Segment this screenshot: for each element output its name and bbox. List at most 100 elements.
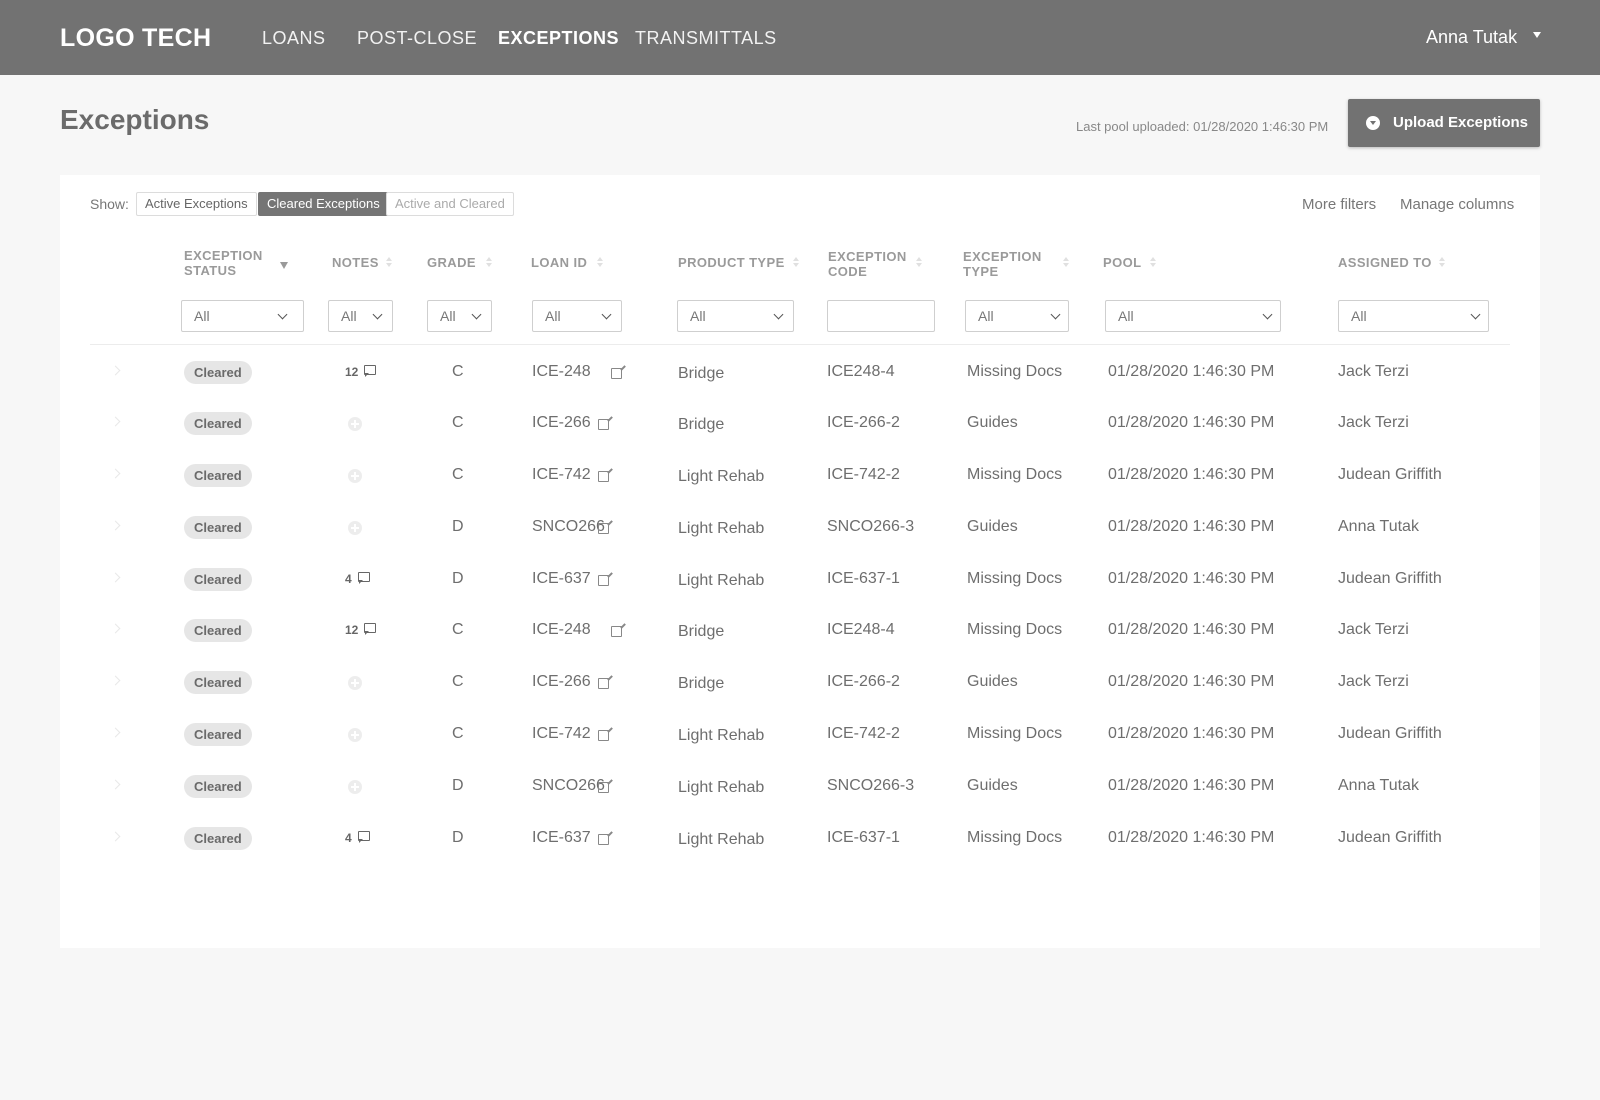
external-link-icon[interactable] [598, 575, 609, 586]
assigned-to-cell: Jack Terzi [1338, 673, 1409, 690]
loan-id-link[interactable]: ICE-742 [532, 725, 591, 743]
add-note-icon[interactable] [348, 417, 362, 431]
filter-loan-id[interactable]: All [532, 300, 622, 332]
chevron-right-icon[interactable] [110, 416, 121, 427]
col-grade[interactable]: GRADE [427, 255, 476, 270]
loan-id-link[interactable]: ICE-266 [532, 414, 591, 432]
loan-id-link[interactable]: ICE-637 [532, 570, 591, 588]
table-row[interactable]: Cleared 4 D ICE-637 Light Rehab ICE-637-1 Miss… [90, 813, 1510, 864]
nav-exceptions[interactable]: EXCEPTIONS [498, 28, 619, 49]
sort-icon[interactable] [485, 257, 493, 269]
user-menu[interactable]: Anna Tutak [1426, 27, 1517, 48]
external-link-icon[interactable] [598, 471, 609, 482]
chevron-right-icon[interactable] [110, 365, 121, 376]
filter-assigned-to[interactable]: All [1338, 300, 1489, 332]
col-product-type[interactable]: PRODUCT TYPE [678, 255, 785, 270]
add-note-icon[interactable] [348, 780, 362, 794]
more-filters-link[interactable]: More filters [1302, 196, 1376, 213]
col-notes[interactable]: NOTES [332, 255, 379, 270]
filter-exception-status[interactable]: All [181, 300, 304, 332]
exception-type-cell: Missing Docs [967, 621, 1063, 638]
chevron-right-icon[interactable] [110, 831, 121, 842]
loan-id-link[interactable]: ICE-248 [532, 621, 591, 639]
filter-product-type[interactable]: All [677, 300, 794, 332]
manage-columns-link[interactable]: Manage columns [1400, 196, 1514, 213]
comment-icon[interactable] [358, 572, 370, 584]
grade-cell: C [452, 466, 464, 483]
filter-pool[interactable]: All [1105, 300, 1281, 332]
sort-icon[interactable] [596, 257, 604, 269]
segment-active-and-cleared[interactable]: Active and Cleared [386, 192, 514, 216]
table-row[interactable]: Cleared 12 C ICE-248 Bridge ICE248-4 Missing D… [90, 605, 1510, 656]
sort-icon[interactable] [1438, 257, 1446, 269]
filter-grade[interactable]: All [427, 300, 492, 332]
nav-loans[interactable]: LOANS [262, 28, 326, 49]
segment-cleared-exceptions[interactable]: Cleared Exceptions [258, 192, 389, 216]
external-link-icon[interactable] [598, 834, 609, 845]
loan-id-link[interactable]: ICE-266 [532, 673, 591, 691]
grade-cell: C [452, 621, 464, 638]
col-pool[interactable]: POOL [1103, 255, 1141, 270]
upload-exceptions-button[interactable]: Upload Exceptions [1348, 99, 1540, 147]
filter-value: All [1351, 308, 1367, 324]
table-row[interactable]: Cleared 12 C ICE-248 Bridge ICE248-4 Missing D… [90, 347, 1510, 398]
add-note-icon[interactable] [348, 676, 362, 690]
filter-value: All [545, 308, 561, 324]
filter-exception-type[interactable]: All [965, 300, 1069, 332]
chevron-right-icon[interactable] [110, 779, 121, 790]
sort-icon[interactable] [792, 257, 800, 269]
table-row[interactable]: Cleared C ICE-742 Light Rehab ICE-742-2 Missi… [90, 450, 1510, 501]
chevron-right-icon[interactable] [110, 727, 121, 738]
external-link-icon[interactable] [598, 678, 609, 689]
table-row[interactable]: Cleared D SNCO266 Light Rehab SNCO266-3 Guide… [90, 761, 1510, 812]
col-assigned-to[interactable]: ASSIGNED TO [1338, 255, 1432, 270]
sort-icon[interactable] [1062, 257, 1070, 269]
sort-desc-icon[interactable] [280, 262, 288, 269]
comment-icon[interactable] [364, 365, 376, 377]
caret-down-icon[interactable] [1533, 32, 1541, 38]
table-row[interactable]: Cleared C ICE-742 Light Rehab ICE-742-2 Missi… [90, 709, 1510, 760]
sort-icon[interactable] [385, 257, 393, 269]
loan-id-link[interactable]: ICE-248 [532, 363, 591, 381]
notes-count[interactable]: 4 [345, 572, 352, 586]
add-note-icon[interactable] [348, 521, 362, 535]
chevron-right-icon[interactable] [110, 468, 121, 479]
chevron-right-icon[interactable] [110, 623, 121, 634]
col-loan-id[interactable]: LOAN ID [531, 255, 587, 270]
table-row[interactable]: Cleared C ICE-266 Bridge ICE-266-2 Guides 01/2… [90, 398, 1510, 449]
notes-count[interactable]: 4 [345, 831, 352, 845]
notes-count[interactable]: 12 [345, 623, 358, 637]
chevron-right-icon[interactable] [110, 572, 121, 583]
loan-id-link[interactable]: ICE-742 [532, 466, 591, 484]
add-note-icon[interactable] [348, 728, 362, 742]
sort-icon[interactable] [1149, 257, 1157, 269]
chevron-right-icon[interactable] [110, 675, 121, 686]
segment-active-exceptions[interactable]: Active Exceptions [136, 192, 257, 216]
filter-notes[interactable]: All [328, 300, 393, 332]
col-exception-status[interactable]: EXCEPTION STATUS [184, 248, 263, 278]
comment-icon[interactable] [364, 623, 376, 635]
external-link-icon[interactable] [598, 523, 609, 534]
col-exception-code[interactable]: EXCEPTION CODE [828, 249, 907, 279]
chevron-down-icon [1262, 309, 1273, 320]
nav-transmittals[interactable]: TRANSMITTALS [635, 28, 777, 49]
add-note-icon[interactable] [348, 469, 362, 483]
table-row[interactable]: Cleared 4 D ICE-637 Light Rehab ICE-637-1 Miss… [90, 554, 1510, 605]
comment-icon[interactable] [358, 831, 370, 843]
external-link-icon[interactable] [598, 419, 609, 430]
table-row[interactable]: Cleared D SNCO266 Light Rehab SNCO266-3 Guide… [90, 502, 1510, 553]
external-link-icon[interactable] [611, 626, 622, 637]
loan-id-link[interactable]: ICE-637 [532, 829, 591, 847]
nav-post-close[interactable]: POST-CLOSE [357, 28, 477, 49]
loan-id-link[interactable]: SNCO266 [532, 518, 605, 536]
chevron-right-icon[interactable] [110, 520, 121, 531]
table-row[interactable]: Cleared C ICE-266 Bridge ICE-266-2 Guides 01/2… [90, 657, 1510, 708]
sort-icon[interactable] [915, 257, 923, 269]
loan-id-link[interactable]: SNCO266 [532, 777, 605, 795]
col-exception-type[interactable]: EXCEPTION TYPE [963, 249, 1042, 279]
notes-count[interactable]: 12 [345, 365, 358, 379]
filter-exception-code-input[interactable] [827, 300, 935, 332]
external-link-icon[interactable] [611, 368, 622, 379]
external-link-icon[interactable] [598, 730, 609, 741]
external-link-icon[interactable] [598, 782, 609, 793]
